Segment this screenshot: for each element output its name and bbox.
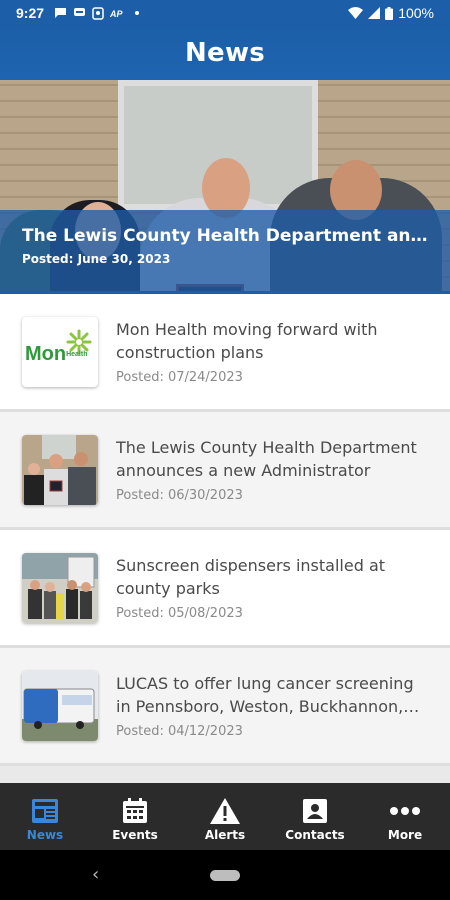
nav-more[interactable]: More xyxy=(365,796,445,842)
news-headline: Mon Health moving forward with construct… xyxy=(116,320,378,362)
chat-icon xyxy=(55,8,67,18)
news-date: Posted: 04/12/2023 xyxy=(116,724,243,739)
featured-date: Posted: June 30, 2023 xyxy=(22,252,171,266)
nav-news[interactable]: News xyxy=(5,796,85,842)
system-navigation-bar: ‹ xyxy=(0,850,450,900)
nav-events[interactable]: Events xyxy=(95,796,175,842)
news-icon xyxy=(32,798,58,823)
nav-more-label: More xyxy=(387,827,423,842)
photo-thumbnail xyxy=(22,552,98,623)
app-bar: News xyxy=(0,26,450,80)
status-bar: 9:27 AP 100% xyxy=(0,0,450,26)
photo-thumbnail xyxy=(22,434,98,505)
news-headline: Sunscreen dispensers installed at county… xyxy=(116,556,386,598)
calendar-icon xyxy=(123,797,147,823)
nav-alerts-label: Alerts xyxy=(204,827,246,842)
news-headline: LUCAS to offer lung cancer screening in … xyxy=(116,674,414,716)
nav-contacts-label: Contacts xyxy=(285,827,345,842)
news-date: Posted: 07/24/2023 xyxy=(116,370,243,385)
featured-article[interactable]: The Lewis County Health Department annou… xyxy=(0,80,450,292)
nav-events-label: Events xyxy=(112,827,158,842)
news-item[interactable]: Sunscreen dispensers installed at county… xyxy=(0,530,450,648)
warning-icon xyxy=(210,797,240,824)
wifi-icon xyxy=(348,7,364,19)
dot-icon xyxy=(135,11,140,15)
news-headline: The Lewis County Health Department annou… xyxy=(116,438,417,480)
news-list: MonHealth Mon Health moving forward with… xyxy=(0,294,450,766)
nav-news-label: News xyxy=(26,827,64,842)
photo-thumbnail xyxy=(22,670,98,741)
nav-contacts[interactable]: Contacts xyxy=(275,796,355,842)
news-date: Posted: 05/08/2023 xyxy=(116,606,243,621)
battery-level: 100% xyxy=(398,5,434,21)
more-dots-icon xyxy=(390,806,420,815)
news-item[interactable]: The Lewis County Health Department annou… xyxy=(0,412,450,530)
news-date: Posted: 06/30/2023 xyxy=(116,488,243,503)
cloud-icon xyxy=(92,6,104,20)
nav-alerts[interactable]: Alerts xyxy=(185,796,265,842)
featured-title: The Lewis County Health Department annou… xyxy=(22,226,428,246)
mon-health-logo: Mon xyxy=(25,342,67,365)
svg-text:AP: AP xyxy=(110,9,123,18)
message-icon xyxy=(74,8,86,16)
battery-icon xyxy=(385,6,394,20)
news-item[interactable]: LUCAS to offer lung cancer screening in … xyxy=(0,648,450,766)
home-pill-icon[interactable] xyxy=(210,870,240,881)
news-item[interactable]: MonHealth Mon Health moving forward with… xyxy=(0,294,450,412)
status-time: 9:27 xyxy=(16,5,45,21)
contact-card-icon xyxy=(303,798,327,823)
back-icon[interactable]: ‹ xyxy=(92,864,99,885)
bottom-navigation: News Events Alerts Contacts More xyxy=(0,783,450,850)
featured-caption: The Lewis County Health Department annou… xyxy=(0,210,450,292)
signal-icon xyxy=(368,7,381,19)
translate-icon: AP xyxy=(110,9,123,18)
mon-health-logo-thumbnail: MonHealth xyxy=(22,316,98,387)
page-title: News xyxy=(184,38,266,68)
